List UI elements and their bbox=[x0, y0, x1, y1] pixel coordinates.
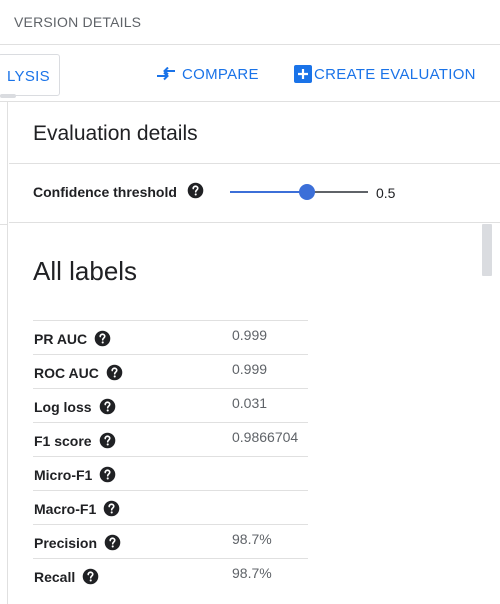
slider-track bbox=[307, 191, 368, 193]
metric-row-precision: Precision 98.7% bbox=[33, 525, 308, 559]
metric-name-label: F1 score bbox=[34, 432, 92, 449]
help-circle-icon[interactable] bbox=[99, 466, 116, 483]
metric-row-macro-f1: Macro-F1 bbox=[33, 491, 308, 525]
metric-row-micro-f1: Micro-F1 bbox=[33, 457, 308, 491]
help-circle-icon[interactable] bbox=[82, 568, 99, 585]
slider-track-active bbox=[230, 191, 307, 193]
toolbar: LYSIS COMPARE CREATE EVALUATION bbox=[0, 45, 500, 102]
panel-title: Evaluation details bbox=[33, 122, 198, 145]
divider bbox=[9, 222, 500, 223]
left-panel-edge bbox=[0, 102, 8, 604]
tab-analysis[interactable]: LYSIS bbox=[0, 54, 60, 96]
metric-name-label: Macro-F1 bbox=[34, 500, 97, 517]
metric-name: Precision bbox=[34, 534, 121, 551]
metric-row-roc-auc: ROC AUC 0.999 bbox=[33, 355, 308, 389]
create-evaluation-button[interactable]: CREATE EVALUATION bbox=[294, 63, 476, 85]
metric-name: F1 score bbox=[34, 432, 116, 449]
tab-scroll-indicator bbox=[0, 94, 16, 98]
confidence-threshold-label: Confidence threshold bbox=[33, 184, 177, 200]
create-evaluation-label: CREATE EVALUATION bbox=[314, 65, 476, 83]
tab-analysis-label: LYSIS bbox=[7, 68, 50, 85]
metric-row-recall: Recall 98.7% bbox=[33, 559, 308, 593]
compare-label: COMPARE bbox=[182, 65, 259, 83]
metric-name: PR AUC bbox=[34, 330, 111, 347]
confidence-threshold-slider[interactable] bbox=[230, 182, 368, 202]
metric-name-label: PR AUC bbox=[34, 330, 88, 347]
metric-row-f1-score: F1 score 0.9866704 bbox=[33, 423, 308, 457]
divider bbox=[9, 163, 500, 164]
metric-name: Log loss bbox=[34, 398, 116, 415]
metric-value: 98.7% bbox=[232, 531, 272, 547]
metric-row-pr-auc: PR AUC 0.999 bbox=[33, 321, 308, 355]
metric-name: Recall bbox=[34, 568, 99, 585]
left-panel-divider bbox=[0, 224, 8, 225]
metric-name-label: Micro-F1 bbox=[34, 466, 93, 483]
metric-value: 0.999 bbox=[232, 361, 268, 377]
help-circle-icon[interactable] bbox=[103, 500, 120, 517]
metric-name: ROC AUC bbox=[34, 364, 123, 381]
header-title: VERSION DETAILS bbox=[14, 14, 142, 30]
metric-name: Macro-F1 bbox=[34, 500, 120, 517]
metric-name-label: ROC AUC bbox=[34, 364, 99, 381]
metric-name-label: Recall bbox=[34, 568, 76, 585]
confidence-threshold-value: 0.5 bbox=[376, 185, 396, 201]
metric-value: 0.031 bbox=[232, 395, 268, 411]
all-labels-heading: All labels bbox=[33, 256, 138, 286]
metric-name-label: Precision bbox=[34, 534, 98, 551]
help-circle-icon[interactable] bbox=[104, 534, 121, 551]
evaluation-details-panel: Evaluation details Confidence threshold … bbox=[9, 102, 500, 604]
metric-name: Micro-F1 bbox=[34, 466, 116, 483]
scrollbar[interactable] bbox=[482, 224, 492, 276]
help-circle-icon[interactable] bbox=[99, 398, 116, 415]
metric-value: 0.9866704 bbox=[232, 429, 299, 445]
metric-name-label: Log loss bbox=[34, 398, 92, 415]
metric-value: 0.999 bbox=[232, 327, 268, 343]
help-circle-icon[interactable] bbox=[99, 432, 116, 449]
version-details-header: VERSION DETAILS bbox=[0, 0, 500, 45]
metrics-table: PR AUC 0.999 ROC AUC 0.999 Log loss 0.03… bbox=[33, 320, 308, 593]
slider-thumb[interactable] bbox=[299, 184, 315, 200]
compare-button[interactable]: COMPARE bbox=[156, 63, 259, 85]
help-circle-icon[interactable] bbox=[106, 364, 123, 381]
add-box-icon bbox=[294, 65, 312, 83]
metric-value: 98.7% bbox=[232, 565, 272, 581]
compare-arrows-icon bbox=[157, 67, 175, 81]
help-circle-icon[interactable] bbox=[187, 182, 204, 199]
help-circle-icon[interactable] bbox=[94, 330, 111, 347]
metric-row-log-loss: Log loss 0.031 bbox=[33, 389, 308, 423]
